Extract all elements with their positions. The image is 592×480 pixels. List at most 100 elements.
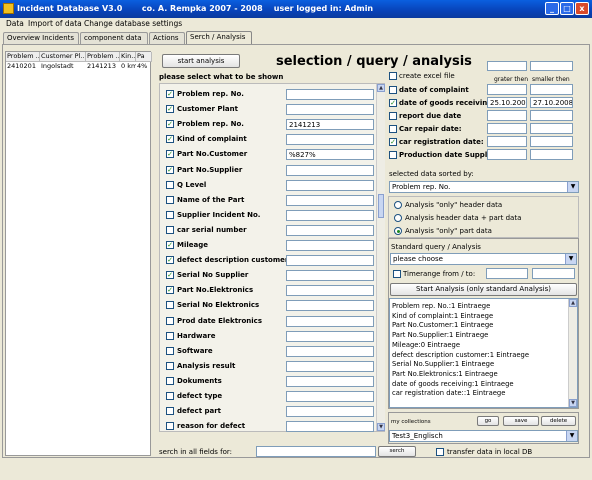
- date-to-input[interactable]: [530, 149, 573, 160]
- results-scrollbar[interactable]: ▲ ▼: [568, 299, 577, 407]
- field-input[interactable]: 2141213: [286, 119, 374, 131]
- field-input[interactable]: [286, 240, 374, 251]
- field-input[interactable]: [286, 330, 374, 342]
- field-checkbox[interactable]: ✓: [166, 120, 174, 129]
- date-to-input[interactable]: [530, 110, 573, 121]
- date-checkbox[interactable]: ✓: [389, 99, 397, 107]
- timerange-from-input[interactable]: [486, 268, 528, 279]
- timerange-to-input[interactable]: [532, 268, 575, 279]
- tab-search-analysis[interactable]: Serch / Analysis: [186, 31, 252, 44]
- menu-import[interactable]: Import of data: [28, 19, 82, 28]
- table-cell[interactable]: 0 km: [120, 62, 136, 71]
- table-cell[interactable]: 2410201: [6, 62, 40, 71]
- save-button[interactable]: save: [503, 416, 539, 426]
- menu-data[interactable]: Data: [6, 19, 24, 28]
- analysis-mode-radio[interactable]: [394, 201, 402, 209]
- field-input[interactable]: [286, 209, 374, 221]
- field-checkbox[interactable]: ✓: [166, 90, 174, 98]
- field-input[interactable]: [286, 134, 374, 146]
- field-input[interactable]: [286, 255, 374, 267]
- date-checkbox[interactable]: ✓: [389, 138, 397, 146]
- field-checkbox[interactable]: ✓: [166, 286, 174, 295]
- timerange-checkbox[interactable]: [393, 270, 401, 278]
- tab-actions[interactable]: Actions: [149, 32, 185, 44]
- std-query-select[interactable]: please choose ▼: [390, 253, 577, 265]
- create-excel-checkbox[interactable]: [389, 72, 397, 80]
- field-input[interactable]: [286, 89, 374, 100]
- field-input[interactable]: [286, 360, 374, 372]
- field-checkbox[interactable]: [166, 210, 174, 219]
- field-checkbox[interactable]: ✓: [166, 256, 174, 265]
- field-input[interactable]: [286, 375, 374, 387]
- field-checkbox[interactable]: [166, 407, 174, 416]
- table-cell[interactable]: 4%: [136, 62, 152, 71]
- analysis-mode-radio[interactable]: [394, 227, 402, 235]
- header-input-2[interactable]: [530, 61, 573, 71]
- field-input[interactable]: %827%: [286, 149, 374, 161]
- transfer-checkbox[interactable]: [436, 448, 444, 456]
- field-checkbox[interactable]: [166, 316, 174, 325]
- delete-button[interactable]: delete: [541, 416, 576, 426]
- start-standard-analysis-button[interactable]: Start Analysis (only standard Analysis): [390, 283, 577, 296]
- field-checkbox[interactable]: [166, 422, 174, 431]
- go-button[interactable]: go: [477, 416, 499, 426]
- table-cell[interactable]: 2141213: [86, 62, 120, 71]
- start-analysis-button[interactable]: start analysis: [162, 54, 240, 68]
- menu-settings[interactable]: Change database settings: [84, 19, 182, 28]
- date-checkbox[interactable]: [389, 86, 397, 94]
- field-checkbox[interactable]: ✓: [166, 165, 174, 174]
- field-input[interactable]: [286, 179, 374, 191]
- field-checkbox[interactable]: [166, 361, 174, 370]
- date-checkbox[interactable]: [389, 125, 397, 133]
- date-from-input[interactable]: [487, 84, 527, 95]
- table-header[interactable]: Kin...: [120, 52, 136, 62]
- scroll-up-icon[interactable]: ▲: [377, 84, 385, 92]
- field-input[interactable]: [286, 104, 374, 116]
- field-input[interactable]: [286, 224, 374, 236]
- field-checkbox[interactable]: [166, 346, 174, 355]
- date-checkbox[interactable]: [389, 112, 397, 120]
- minimize-button[interactable]: _: [545, 2, 559, 15]
- field-input[interactable]: [286, 406, 374, 418]
- sorted-by-select[interactable]: Problem rep. No. ▼: [389, 181, 579, 193]
- scroll-down-icon[interactable]: ▼: [377, 423, 385, 431]
- field-input[interactable]: [286, 194, 374, 206]
- date-checkbox[interactable]: [389, 151, 397, 159]
- search-all-input[interactable]: [256, 446, 376, 457]
- date-from-input[interactable]: [487, 123, 527, 134]
- date-from-input[interactable]: [487, 149, 527, 160]
- field-list-scrollbar[interactable]: ▲ ▼: [376, 84, 385, 431]
- field-input[interactable]: [286, 270, 374, 282]
- date-from-input[interactable]: 25.10.2008: [487, 97, 527, 108]
- header-input-1[interactable]: [487, 61, 527, 71]
- analysis-mode-radio[interactable]: [394, 214, 402, 222]
- field-checkbox[interactable]: [166, 376, 174, 385]
- field-checkbox[interactable]: [166, 195, 174, 204]
- field-checkbox[interactable]: [166, 180, 174, 189]
- date-to-input[interactable]: [530, 84, 573, 95]
- date-to-input[interactable]: 27.10.2008: [530, 97, 573, 108]
- field-checkbox[interactable]: ✓: [166, 271, 174, 280]
- field-checkbox[interactable]: ✓: [166, 150, 174, 159]
- table-cell[interactable]: Ingolstadt: [40, 62, 86, 71]
- field-input[interactable]: [286, 164, 374, 176]
- tab-component-data[interactable]: component data: [80, 32, 148, 44]
- date-to-input[interactable]: [530, 123, 573, 134]
- field-input[interactable]: [286, 300, 374, 312]
- field-input[interactable]: [286, 345, 374, 357]
- date-from-input[interactable]: [487, 136, 527, 147]
- field-input[interactable]: [286, 391, 374, 402]
- field-input[interactable]: [286, 285, 374, 297]
- close-button[interactable]: x: [575, 2, 589, 15]
- table-header[interactable]: Problem ...: [6, 52, 40, 62]
- field-checkbox[interactable]: [166, 392, 174, 400]
- scroll-up-icon[interactable]: ▲: [569, 299, 577, 307]
- table-header[interactable]: Customer Pl...: [40, 52, 86, 62]
- field-checkbox[interactable]: [166, 301, 174, 310]
- table-header[interactable]: Pa: [136, 52, 152, 62]
- field-input[interactable]: [286, 315, 374, 327]
- scroll-thumb[interactable]: [378, 194, 384, 218]
- scroll-down-icon[interactable]: ▼: [569, 399, 577, 407]
- tab-overview-incidents[interactable]: Overview Incidents: [3, 32, 79, 44]
- field-checkbox[interactable]: ✓: [166, 135, 174, 144]
